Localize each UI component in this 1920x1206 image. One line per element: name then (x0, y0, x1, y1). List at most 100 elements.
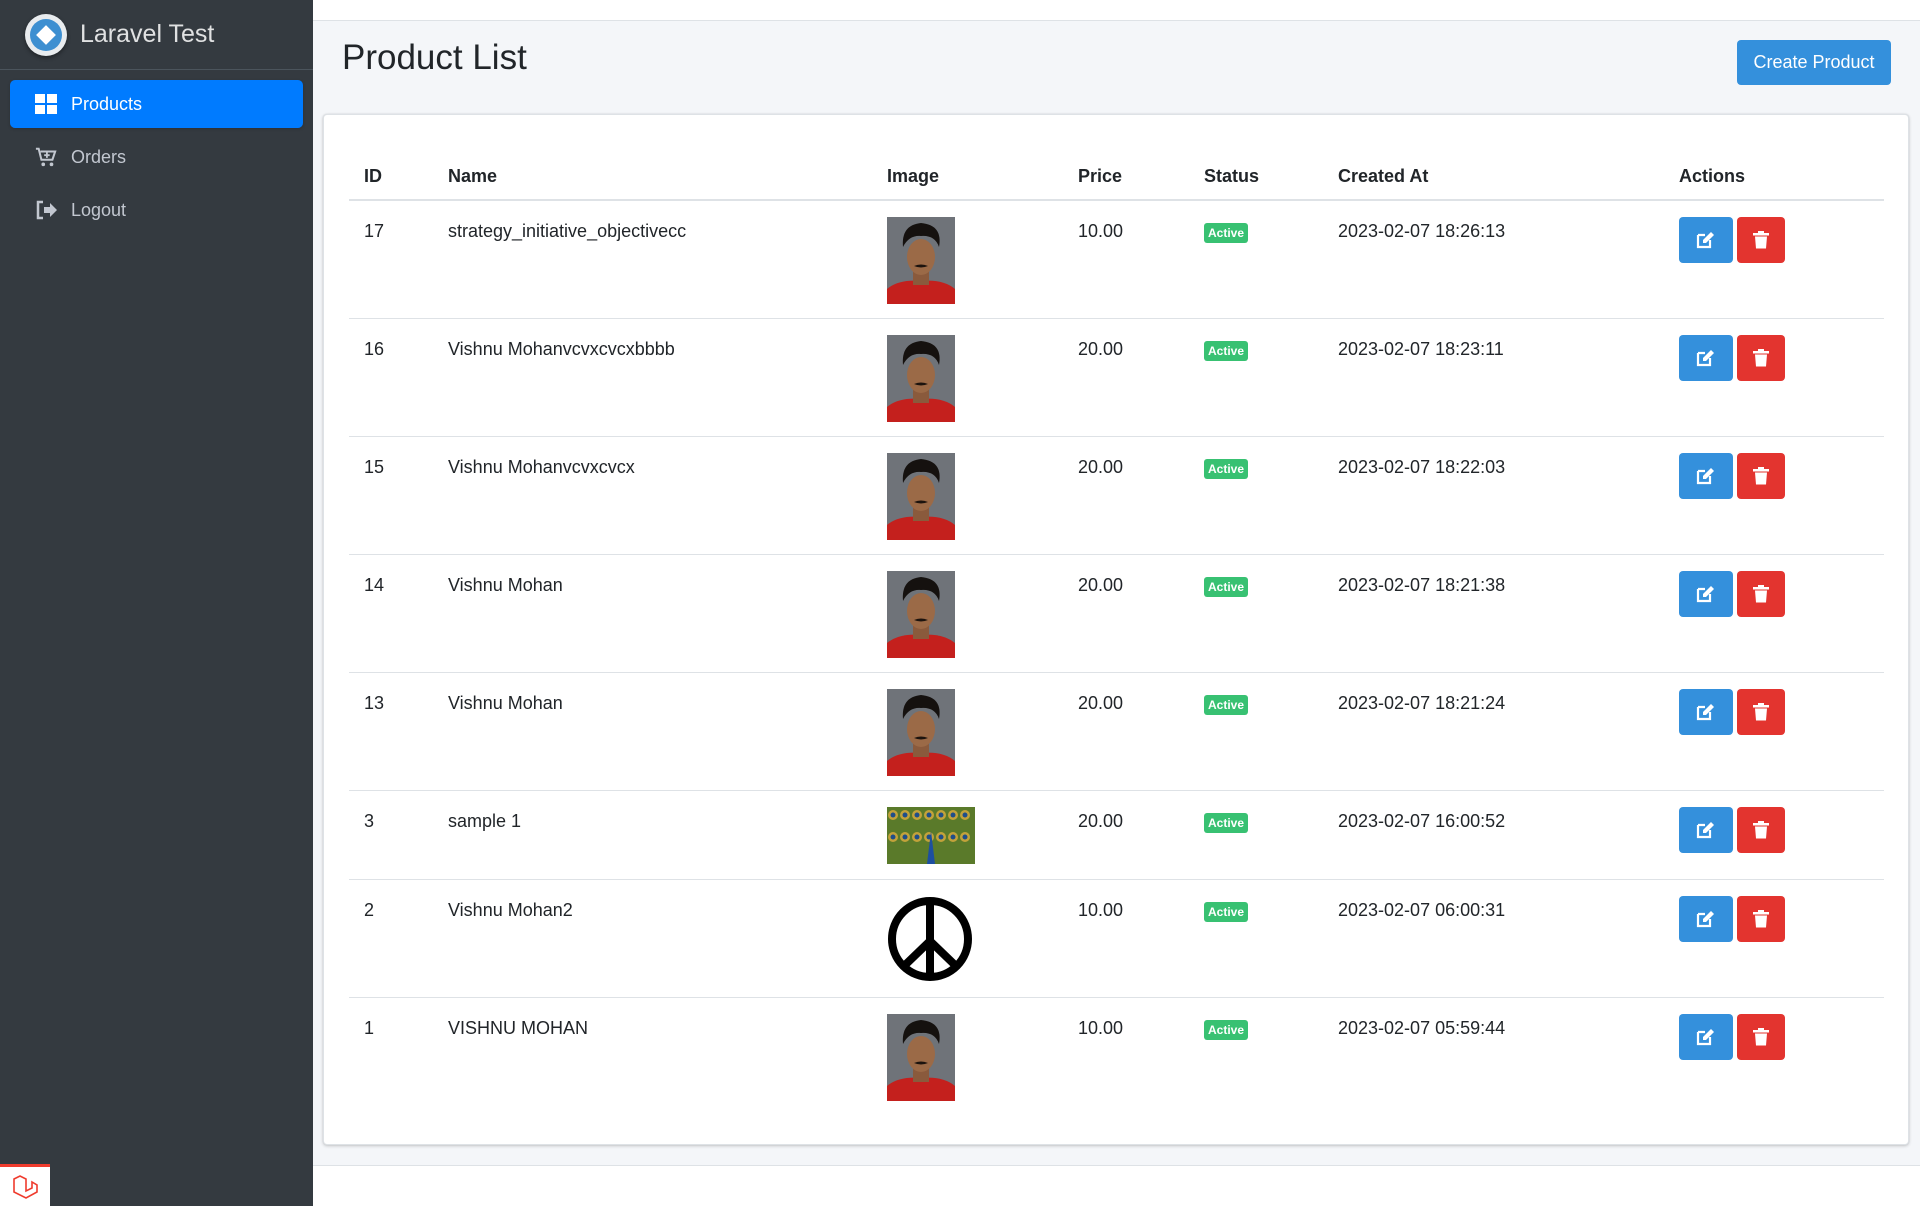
status-badge: Active (1204, 812, 1249, 833)
trash-icon (1753, 231, 1769, 249)
column-header-created-at: Created At (1323, 145, 1664, 201)
sidebar: Laravel Test Products Orders Logout (0, 0, 313, 1206)
trash-icon (1753, 584, 1769, 602)
table-row: 14 Vishnu Mohan 20.00 Active 2023-02-07 18:2… (349, 553, 1884, 672)
cell-name: Vishnu Mohan2 (433, 878, 872, 997)
table-row: 2 Vishnu Mohan2 10.00 Active 2023-02-07 06:0… (349, 878, 1884, 997)
edit-button[interactable] (1679, 895, 1733, 942)
cell-id: 1 (349, 996, 433, 1115)
column-header-price: Price (1063, 145, 1189, 201)
cell-status: Active (1189, 789, 1323, 879)
edit-button[interactable] (1679, 1013, 1733, 1060)
cell-actions (1664, 671, 1884, 790)
delete-button[interactable] (1737, 1013, 1785, 1060)
laravel-debug-badge[interactable] (0, 1164, 50, 1206)
product-thumbnail (887, 334, 955, 422)
cell-price: 20.00 (1063, 671, 1189, 790)
product-thumbnail (887, 217, 955, 304)
cell-actions (1664, 553, 1884, 672)
sidebar-item-logout[interactable]: Logout (10, 186, 303, 234)
column-header-actions: Actions (1664, 145, 1884, 201)
cell-id: 15 (349, 435, 433, 554)
cell-image (872, 996, 1063, 1115)
table-row: 1 VISHNU MOHAN 10.00 Active 2023-02-07 05:59… (349, 996, 1884, 1115)
delete-button[interactable] (1737, 217, 1785, 263)
sidebar-item-label: Products (71, 93, 143, 114)
cell-name: Vishnu Mohan (433, 671, 872, 790)
product-thumbnail (887, 1013, 955, 1101)
product-card: ID Name Image Price Status Created At Ac… (323, 114, 1909, 1145)
cell-actions (1664, 789, 1884, 879)
cell-status: Active (1189, 435, 1323, 554)
sidebar-nav: Products Orders Logout (0, 70, 313, 234)
sidebar-item-label: Orders (71, 146, 127, 167)
delete-button[interactable] (1737, 806, 1785, 853)
trash-icon (1753, 702, 1769, 720)
product-thumbnail (887, 806, 975, 864)
footer (313, 1165, 1920, 1206)
sidebar-item-products[interactable]: Products (10, 80, 303, 128)
product-thumbnail (887, 452, 955, 540)
edit-icon (1696, 1028, 1714, 1045)
edit-icon (1696, 910, 1714, 927)
edit-icon (1696, 232, 1714, 249)
edit-icon (1696, 821, 1714, 838)
cell-status: Active (1189, 671, 1323, 790)
edit-icon (1696, 349, 1714, 366)
sidebar-item-label: Logout (71, 199, 127, 220)
cell-image (872, 553, 1063, 672)
table-header-row: ID Name Image Price Status Created At Ac… (349, 145, 1884, 201)
edit-button[interactable] (1679, 806, 1733, 853)
edit-button[interactable] (1679, 688, 1733, 735)
cell-actions (1664, 435, 1884, 554)
cell-name: strategy_initiative_objectivecc (433, 199, 872, 318)
cell-actions (1664, 199, 1884, 318)
cell-id: 13 (349, 671, 433, 790)
delete-button[interactable] (1737, 895, 1785, 942)
cell-status: Active (1189, 317, 1323, 436)
column-header-status: Status (1189, 145, 1323, 201)
table-row: 17 strategy_initiative_objectivecc 10.00 Ac… (349, 199, 1884, 318)
delete-button[interactable] (1737, 570, 1785, 617)
cell-id: 2 (349, 878, 433, 997)
delete-button[interactable] (1737, 334, 1785, 381)
status-badge: Active (1204, 901, 1249, 922)
edit-button[interactable] (1679, 334, 1733, 381)
cell-name: Vishnu Mohanvcvxcvcx (433, 435, 872, 554)
brand-link[interactable]: Laravel Test (0, 0, 313, 70)
product-table: ID Name Image Price Status Created At Ac… (349, 145, 1884, 1115)
status-badge: Active (1204, 458, 1249, 479)
edit-button[interactable] (1679, 452, 1733, 499)
product-thumbnail (888, 896, 972, 981)
top-navbar (313, 0, 1920, 21)
edit-icon (1696, 585, 1714, 602)
status-badge: Active (1204, 1019, 1249, 1040)
cell-price: 20.00 (1063, 553, 1189, 672)
cell-created-at: 2023-02-07 06:00:31 (1323, 878, 1664, 997)
cell-image (872, 435, 1063, 554)
delete-button[interactable] (1737, 688, 1785, 735)
cell-price: 10.00 (1063, 996, 1189, 1115)
cell-created-at: 2023-02-07 18:26:13 (1323, 199, 1664, 318)
create-product-button[interactable]: Create Product (1737, 40, 1891, 85)
cell-name: sample 1 (433, 789, 872, 879)
edit-button[interactable] (1679, 570, 1733, 617)
sidebar-item-orders[interactable]: Orders (10, 133, 303, 181)
table-row: 13 Vishnu Mohan 20.00 Active 2023-02-07 18:2… (349, 671, 1884, 790)
delete-button[interactable] (1737, 452, 1785, 499)
trash-icon (1753, 348, 1769, 366)
edit-button[interactable] (1679, 217, 1733, 263)
laravel-icon (13, 1174, 38, 1199)
edit-icon (1696, 703, 1714, 720)
status-badge: Active (1204, 576, 1249, 597)
cell-image (872, 671, 1063, 790)
cell-image (872, 317, 1063, 436)
cell-price: 20.00 (1063, 435, 1189, 554)
cell-image (872, 199, 1063, 318)
cell-created-at: 2023-02-07 18:21:24 (1323, 671, 1664, 790)
trash-icon (1753, 820, 1769, 838)
column-header-image: Image (872, 145, 1063, 201)
cell-actions (1664, 317, 1884, 436)
grid-icon (35, 93, 57, 115)
cell-created-at: 2023-02-07 18:22:03 (1323, 435, 1664, 554)
